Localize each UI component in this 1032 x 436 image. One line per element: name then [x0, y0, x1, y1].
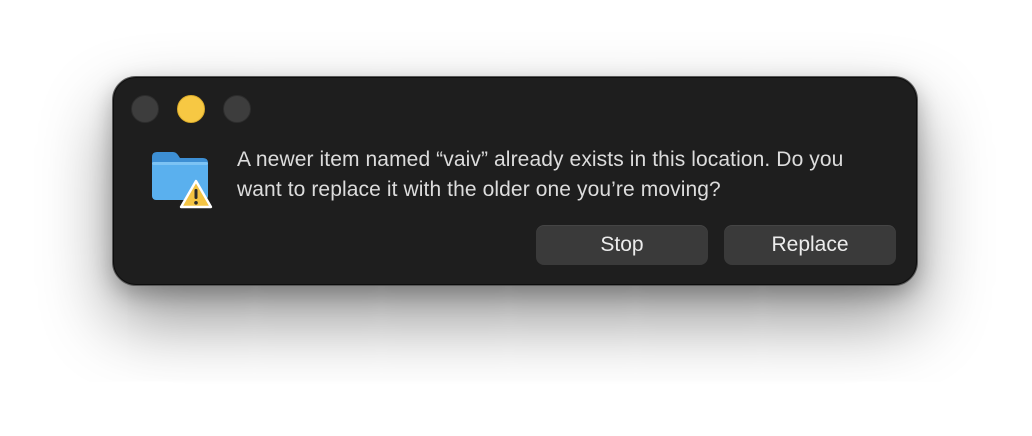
- close-button[interactable]: [131, 95, 159, 123]
- dialog-message: A newer item named “vaiv” already exists…: [237, 148, 844, 201]
- replace-item-dialog: A newer item named “vaiv” already exists…: [112, 76, 918, 286]
- folder-warning-icon: [149, 149, 215, 211]
- window-controls: [131, 95, 251, 123]
- minimize-button[interactable]: [177, 95, 205, 123]
- zoom-button[interactable]: [223, 95, 251, 123]
- warning-icon: [179, 179, 213, 209]
- stop-button[interactable]: Stop: [536, 225, 708, 265]
- desktop-background: A newer item named “vaiv” already exists…: [0, 0, 1032, 436]
- replace-button[interactable]: Replace: [724, 225, 896, 265]
